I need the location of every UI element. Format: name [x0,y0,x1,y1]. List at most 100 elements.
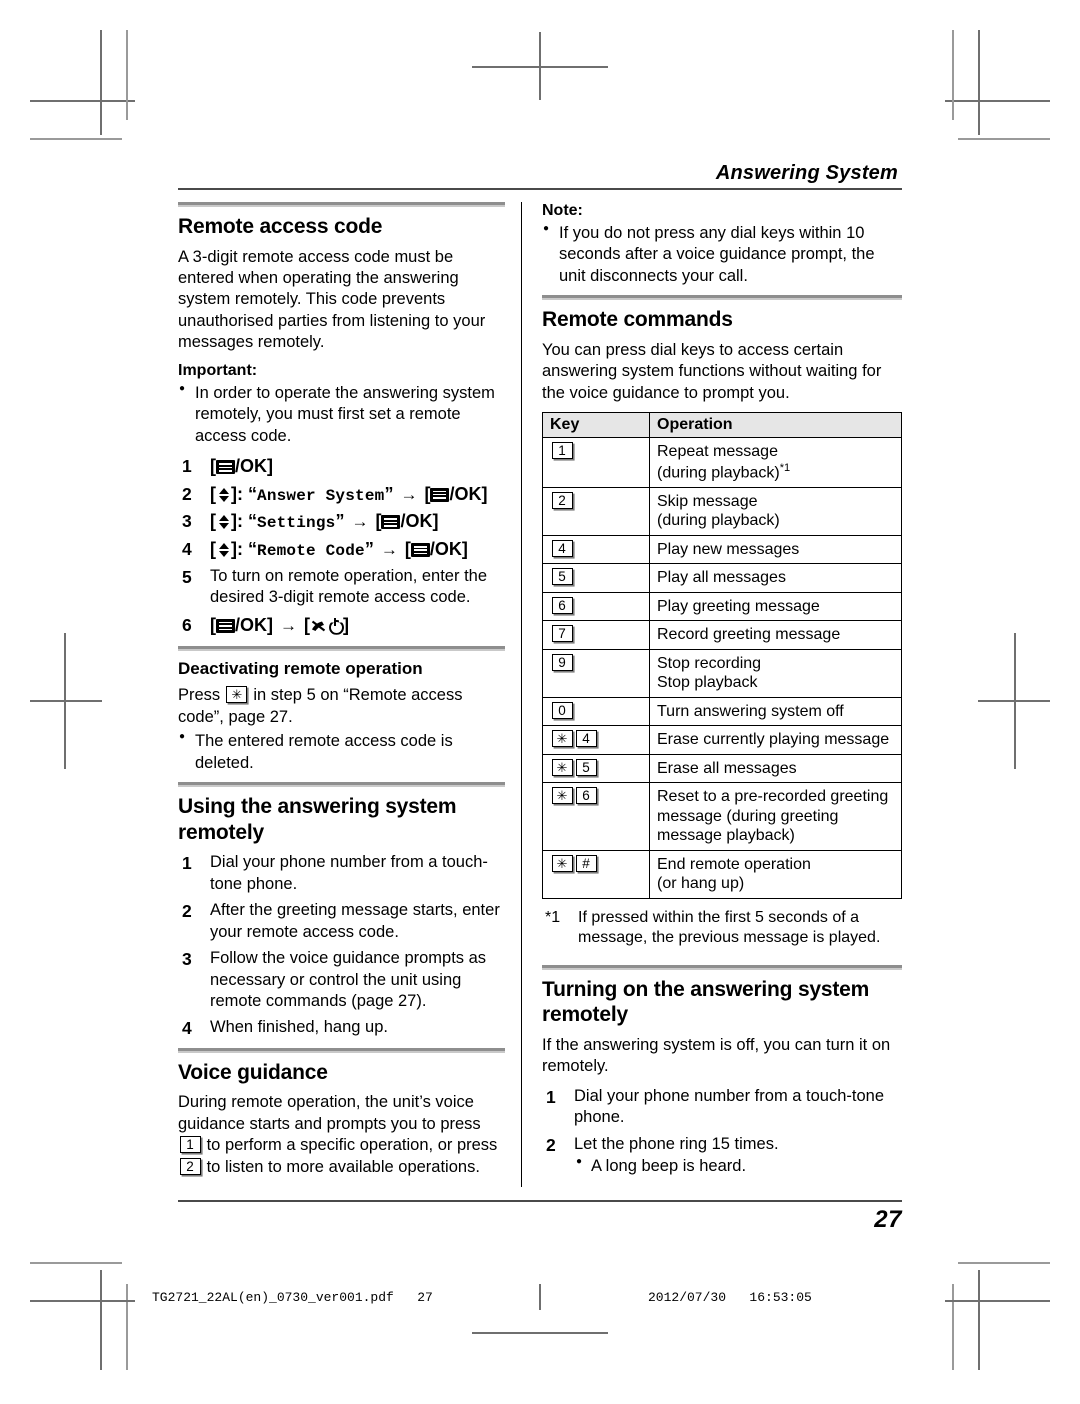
section-bar [178,782,505,788]
key-icon: 2 [551,491,573,509]
table-row: 1 Repeat message (during playback)*1 [542,437,902,488]
asterisk-key-icon: ✳ [551,787,573,805]
voice-guidance-part1: During remote operation, the unit’s voic… [178,1093,481,1133]
right-column: Note: If you do not press any dial keys … [522,202,902,1187]
ok-label: /OK [235,614,268,635]
key-cell: 4 [542,534,650,565]
turning-on-steps: Dial your phone number from a touch-tone… [542,1086,902,1178]
step-1: Dial your phone number from a touch-tone… [182,852,488,893]
menu-icon [410,543,430,558]
operation-text: Repeat message (during playback) [657,443,780,482]
key-icon: 1 [551,442,573,460]
list-item: A long beep is heard. [574,1155,902,1177]
important-label: Important: [178,361,258,379]
table-row: 7 Record greeting message [542,620,902,650]
colon: : [237,483,243,504]
left-column: Remote access code A 3-digit remote acce… [178,202,522,1187]
page-number-rule [178,1200,902,1202]
crop-mark-bottom-right-h [958,1262,1050,1264]
key-cell: ✳ 4 [542,725,650,755]
heading-turning-on-answering-system-remotely: Turning on the answering system remotely [542,977,870,1027]
crop-mark-top-left-v [100,30,102,135]
operation-cell: Erase all messages [649,753,902,784]
heading-voice-guidance: Voice guidance [178,1060,328,1084]
colon: : [237,539,243,560]
printer-footer-page: 27 [417,1290,433,1305]
table-row: 2 Skip message (during playback) [542,486,902,536]
operation-cell: Stop recording Stop playback [649,648,902,698]
operation-cell: End remote operation (or hang up) [649,849,902,899]
voice-guidance-part3: to listen to more available operations. [206,1157,480,1176]
deactivating-instruction-rest: in step 5 on “Remote access code”, page … [178,686,463,726]
heading-remote-access-code: Remote access code [178,215,383,238]
key-icon: 4 [575,730,597,748]
key-icon: 6 [575,787,597,805]
operation-text: Play all messages [657,569,786,587]
hash-key-icon: # [575,854,597,872]
section-bar [178,1047,505,1053]
step-3: Follow the voice guidance prompts as nec… [182,948,487,1010]
printer-footer-left: TG2721_22AL(en)_0730_ver001.pdf 27 [152,1290,433,1305]
navigator-up-down-icon [216,542,231,558]
voice-guidance-text: During remote operation, the unit’s voic… [178,1092,505,1178]
table-row: 0 Turn answering system off [542,696,902,727]
heading-remote-commands: Remote commands [542,308,733,332]
crop-mark-top-left-h2 [30,138,122,140]
quote-close: ” [364,539,374,560]
table-row: 6 Play greeting message [542,591,902,622]
key-icon: 7 [551,625,573,643]
table-body: 1 Repeat message (during playback)*1 2 Sk… [542,437,902,899]
registration-mark-footer-v [539,1284,541,1310]
remote-commands-intro: You can press dial keys to access certai… [542,340,882,402]
using-remotely-steps: Dial your phone number from a touch-tone… [178,852,505,1040]
two-column-body: Remote access code A 3-digit remote acce… [178,202,902,1187]
printer-footer-right: 2012/07/30 16:53:05 [648,1290,812,1305]
crop-mark-top-right-v2 [952,30,954,120]
step-1: [/OK] [178,455,505,478]
operation-cell: Record greeting message [649,620,902,650]
column-header-key: Key [542,412,650,439]
step-2: []: “Answer System” → [/OK] [178,483,505,507]
step-sub-bullets: A long beep is heard. [574,1155,902,1177]
step-3: []: “Settings” → [/OK] [178,510,505,534]
step-1: Dial your phone number from a touch-tone… [542,1086,902,1129]
operation-cell: Play greeting message [649,591,902,622]
heading-deactivating-remote-operation: Deactivating remote operation [178,659,423,679]
colon: : [237,511,243,532]
menu-icon [216,460,235,475]
quote-open: “ [248,483,258,504]
table-row: 5 Play all messages [542,563,902,593]
operation-text: Erase all messages [657,759,797,777]
key-icon: 5 [551,568,573,586]
page-content: Answering System Remote access code A 3-… [178,160,902,1260]
ok-label: /OK [235,456,268,477]
crop-mark-top-right-v [978,30,980,135]
registration-mark-left-h [30,700,102,702]
operation-text: Reset to a pre-recorded greeting message… [657,788,889,845]
section-bar [542,964,902,970]
header-rule [178,188,902,190]
table-row: ✳ 4 Erase currently playing message [542,725,902,755]
asterisk-key-icon: ✳ [551,854,573,872]
list-item: If you do not press any dial keys within… [542,222,902,287]
table-row: ✳ # End remote operation (or hang up) [542,849,902,899]
operation-text: Play greeting message [657,597,820,615]
footnote-marker: *1 [779,461,791,474]
key-1-icon: 1 [179,1136,201,1154]
quote-close: ” [384,483,394,504]
press-label: Press [178,686,221,705]
bracket-close: ] [432,511,439,532]
menu-icon [430,487,450,502]
arrow-icon: → [351,512,369,532]
bracket-close: ] [267,614,274,635]
key-cell: ✳ 5 [542,753,650,784]
step-4: When finished, hang up. [182,1017,388,1040]
key-cell: 1 [542,437,650,488]
bracket-close: ] [481,483,488,504]
crop-mark-top-left-h [30,100,135,102]
step-2: After the greeting message starts, enter… [182,900,500,941]
key-icon: 9 [551,653,573,671]
section-bar [542,295,902,301]
important-bullet-list: In order to operate the answering system… [178,382,505,447]
crop-mark-bottom-left-h2 [30,1300,135,1302]
